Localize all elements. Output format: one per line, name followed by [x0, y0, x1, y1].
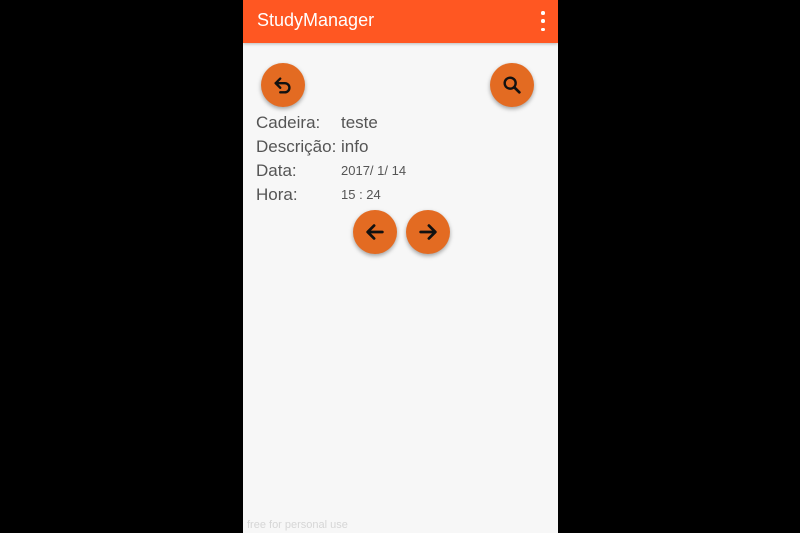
arrow-left-icon [366, 224, 384, 240]
undo-arrow-icon [274, 77, 291, 94]
arrow-right-icon [419, 224, 437, 240]
descricao-row: Descrição: info [256, 136, 546, 158]
data-row: Data: 2017/ 1/ 14 [256, 160, 546, 182]
watermark: free for personal use [247, 519, 348, 531]
app-bar: StudyManager [243, 0, 558, 43]
previous-button[interactable] [353, 210, 397, 254]
app-title: StudyManager [257, 10, 375, 30]
back-button[interactable] [261, 63, 305, 107]
search-icon [503, 76, 521, 94]
data-label: Data: [256, 161, 297, 180]
menu-dot [541, 19, 545, 23]
cadeira-row: Cadeira: teste [256, 112, 546, 134]
descricao-label: Descrição: [256, 137, 337, 156]
hora-row: Hora: 15 : 24 [256, 184, 546, 206]
cadeira-value: teste [341, 113, 378, 132]
data-value: 2017/ 1/ 14 [341, 163, 407, 178]
descricao-value: info [341, 137, 369, 156]
hora-label: Hora: [256, 185, 298, 204]
phone-screen: StudyManager Cadeira: teste Descrição: i… [243, 0, 558, 533]
more-vert-icon[interactable] [536, 10, 550, 32]
search-button[interactable] [490, 63, 534, 107]
menu-dot [541, 27, 545, 31]
menu-dot [541, 11, 545, 15]
cadeira-label: Cadeira: [256, 113, 321, 132]
next-button[interactable] [406, 210, 450, 254]
hora-value: 15 : 24 [341, 187, 381, 202]
